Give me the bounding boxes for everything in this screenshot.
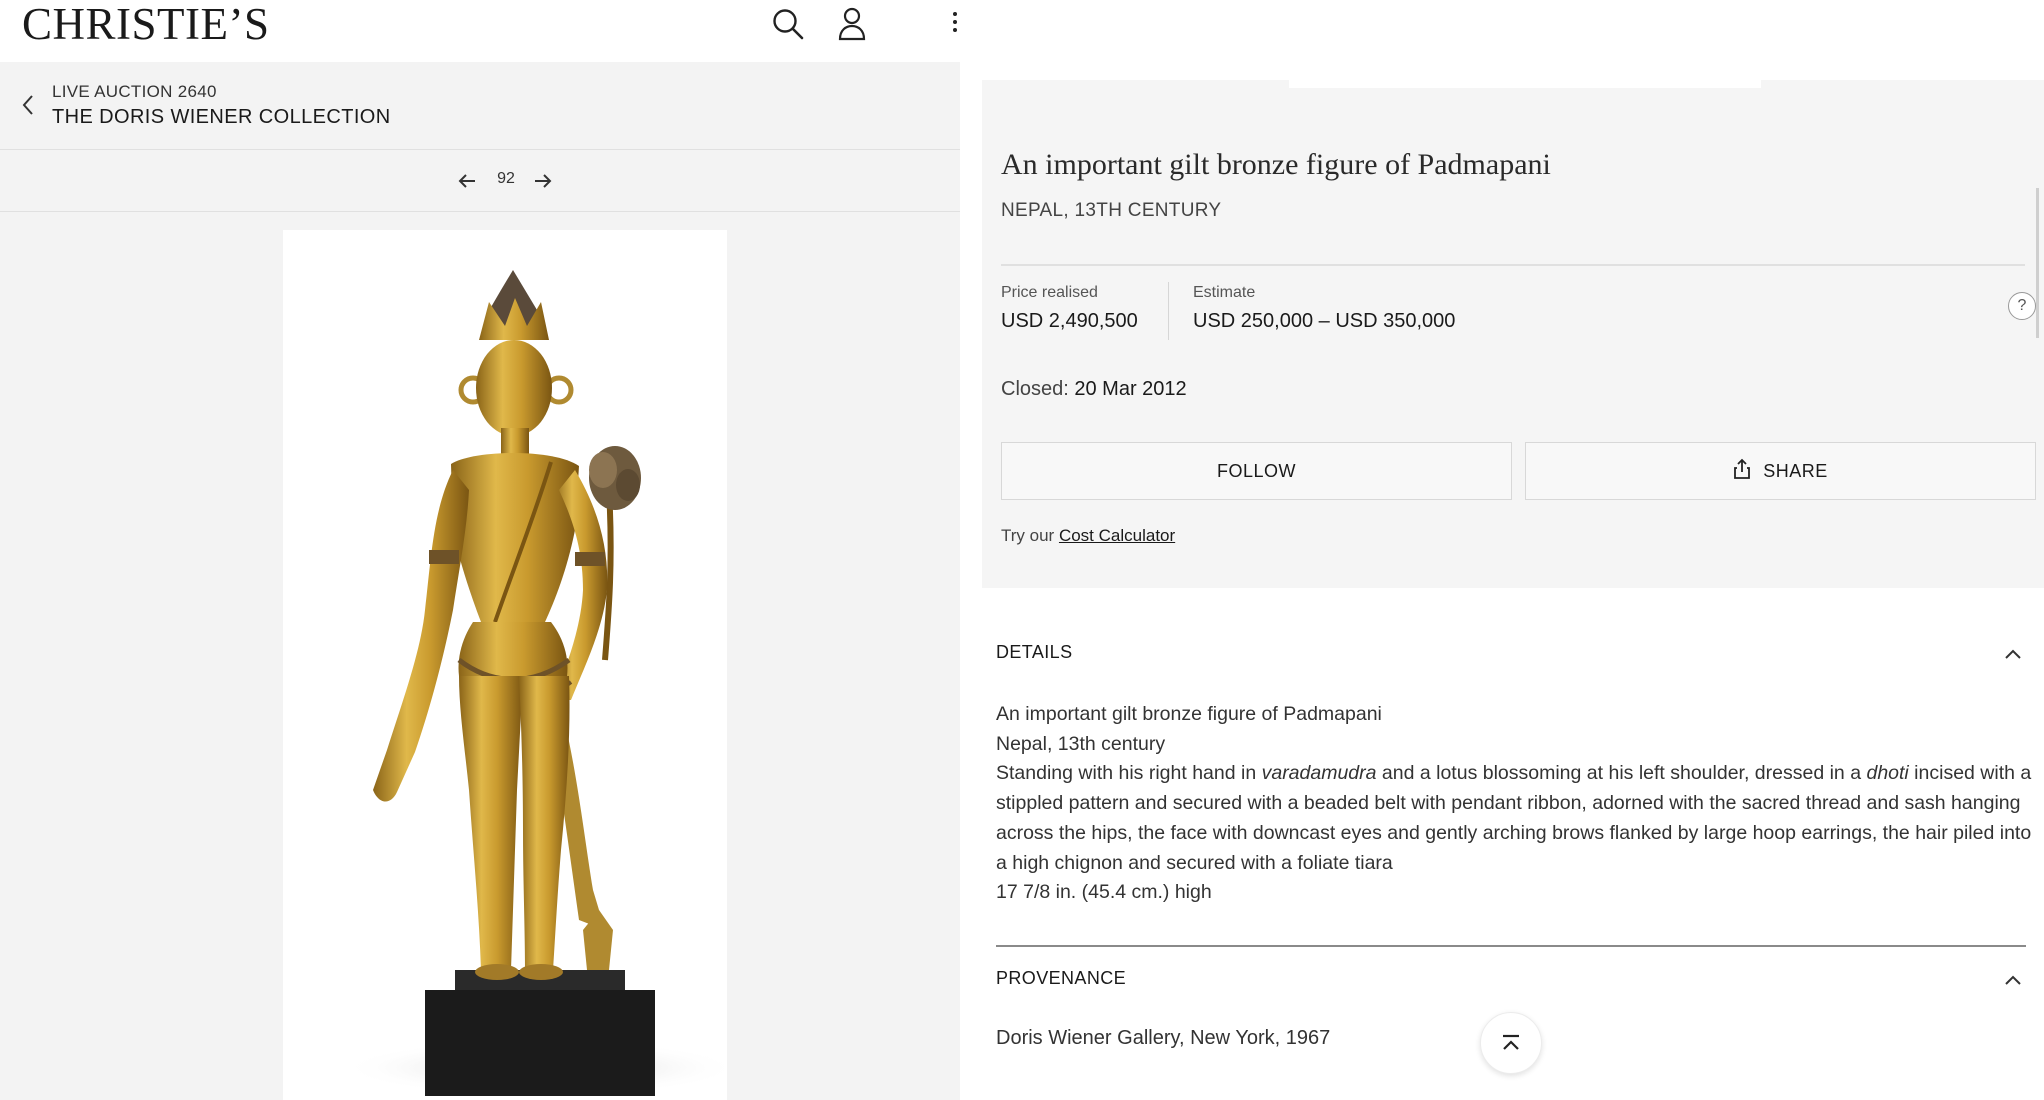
- auction-breadcrumb[interactable]: LIVE AUCTION 2640 THE DORIS WIENER COLLE…: [0, 62, 960, 150]
- estimate-value: USD 250,000 – USD 350,000: [1193, 310, 1456, 332]
- right-panel: An important gilt bronze figure of Padma…: [960, 0, 2044, 1100]
- details-header[interactable]: DETAILS: [996, 634, 2026, 674]
- chevron-up-icon[interactable]: [2000, 968, 2026, 992]
- desc-part-b: and a lotus blossoming at his left shoul…: [1376, 762, 1867, 785]
- price-realised: Price realised USD 2,490,500: [1001, 284, 1138, 333]
- cost-calculator-link[interactable]: Cost Calculator: [1059, 526, 1175, 545]
- follow-button[interactable]: FOLLOW: [1001, 442, 1512, 500]
- share-button-label: SHARE: [1763, 460, 1828, 481]
- lot-image[interactable]: [283, 230, 741, 1100]
- follow-button-label: FOLLOW: [1216, 460, 1296, 481]
- estimate-label: Estimate: [1193, 284, 1256, 301]
- details-title-line: An important gilt bronze figure of Padma…: [996, 703, 1382, 725]
- closed-label: Closed:: [1001, 378, 1069, 400]
- arrow-up-to-top-icon: [1503, 1034, 1519, 1050]
- more-vertical-icon[interactable]: [950, 8, 960, 42]
- share-icon: [1733, 458, 1763, 485]
- account-icon[interactable]: [832, 4, 872, 44]
- closed-date: Closed: 20 Mar 2012: [1001, 378, 1187, 401]
- auction-title[interactable]: THE DORIS WIENER COLLECTION: [52, 106, 391, 129]
- details-origin-line: Nepal, 13th century: [996, 732, 1166, 755]
- back-to-top-button[interactable]: [1480, 1012, 1542, 1074]
- details-heading: DETAILS: [996, 642, 1073, 662]
- details-dimensions: 17 7/8 in. (45.4 cm.) high: [996, 881, 1212, 904]
- details-description: Standing with his right hand in varadamu…: [996, 759, 2036, 878]
- top-bar: CHRISTIE’S: [0, 0, 960, 62]
- chevron-up-icon[interactable]: [2000, 642, 2026, 666]
- auction-label: LIVE AUCTION 2640: [52, 82, 217, 101]
- lot-number: 92: [497, 170, 515, 187]
- lot-info-card: An important gilt bronze figure of Padma…: [982, 80, 2044, 588]
- desc-part-a: Standing with his right hand in: [996, 762, 1262, 785]
- lot-subtitle: NEPAL, 13TH CENTURY: [1001, 200, 1222, 221]
- share-button[interactable]: SHARE: [1525, 442, 2036, 500]
- search-icon[interactable]: [768, 4, 808, 44]
- price-separator: [1168, 282, 1169, 340]
- back-chevron-icon[interactable]: [18, 90, 40, 120]
- lot-pager: 92: [0, 150, 960, 212]
- christies-logo[interactable]: CHRISTIE’S: [22, 0, 270, 48]
- section-divider: [996, 945, 2026, 947]
- cost-calculator-prompt: Try our Cost Calculator: [1001, 526, 1175, 546]
- left-panel: CHRISTIE’S LIVE AUCTION 2640 THE DORIS W…: [0, 0, 960, 1100]
- provenance-heading: PROVENANCE: [996, 968, 1127, 988]
- previous-lot-arrow-icon[interactable]: [454, 168, 480, 194]
- scrollbar-thumb[interactable]: [2036, 188, 2039, 338]
- provenance-header[interactable]: PROVENANCE: [996, 960, 2026, 1000]
- price-realised-label: Price realised: [1001, 284, 1098, 301]
- closed-value: 20 Mar 2012: [1074, 378, 1187, 400]
- details-body: An important gilt bronze figure of Padma…: [996, 700, 2036, 908]
- divider: [1001, 264, 2025, 266]
- calc-prefix: Try our: [1001, 526, 1055, 545]
- lot-title: An important gilt bronze figure of Padma…: [1001, 148, 1551, 181]
- price-realised-value: USD 2,490,500: [1001, 310, 1138, 332]
- card-tab: [1289, 80, 1761, 88]
- desc-italic-dhoti: dhoti: [1866, 762, 1909, 785]
- next-lot-arrow-icon[interactable]: [530, 168, 556, 194]
- padmapani-bronze-figure: [341, 270, 741, 1096]
- provenance-text: Doris Wiener Gallery, New York, 1967: [996, 1027, 1331, 1049]
- help-icon[interactable]: ?: [2008, 292, 2036, 320]
- lot-image-area: [0, 212, 960, 1100]
- estimate: Estimate USD 250,000 – USD 350,000: [1193, 284, 1455, 333]
- desc-italic-varadamudra: varadamudra: [1261, 762, 1377, 785]
